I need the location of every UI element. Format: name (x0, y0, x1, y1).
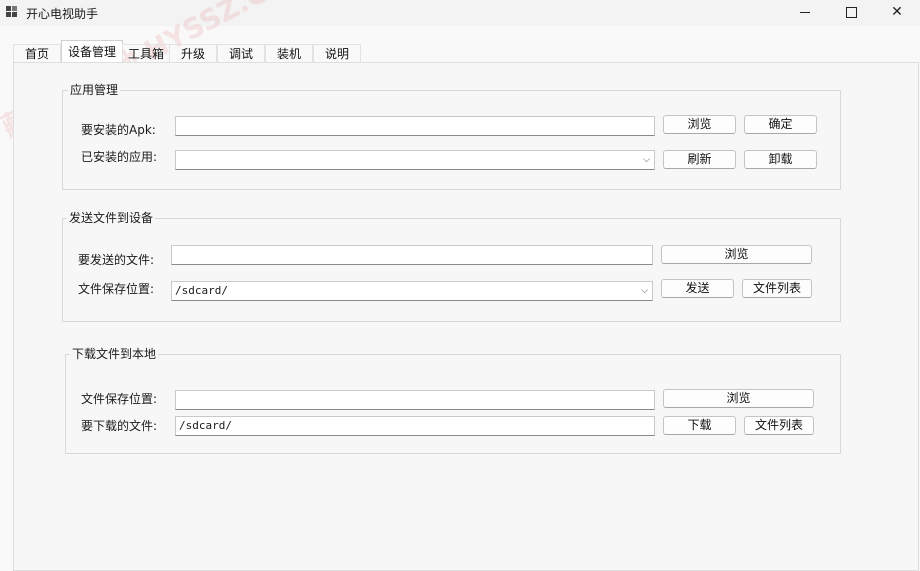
download-save-location-label: 文件保存位置: (81, 392, 158, 406)
tab-device-manage[interactable]: 设备管理 (61, 40, 123, 63)
maximize-icon (845, 6, 857, 18)
tab-install[interactable]: 装机 (265, 44, 313, 63)
download-file-label: 要下载的文件: (81, 419, 158, 433)
send-save-location-label: 文件保存位置: (78, 282, 155, 296)
tab-upgrade[interactable]: 升级 (169, 44, 217, 63)
installed-apps-select[interactable]: ⌵ (175, 150, 655, 170)
app-manage-title: 应用管理 (68, 81, 121, 98)
send-file-browse-button[interactable]: 浏览 (661, 245, 812, 264)
refresh-button[interactable]: 刷新 (663, 150, 736, 169)
install-confirm-button[interactable]: 确定 (744, 115, 817, 134)
send-file-group (62, 218, 841, 322)
tab-help[interactable]: 说明 (313, 44, 361, 63)
download-button[interactable]: 下载 (663, 416, 736, 435)
close-icon: ✕ (891, 4, 903, 20)
tab-home[interactable]: 首页 (13, 44, 61, 63)
download-file-list-button[interactable]: 文件列表 (744, 416, 814, 435)
app-icon (6, 6, 18, 18)
download-save-location-input[interactable] (175, 390, 655, 410)
tab-toolbox[interactable]: 工具箱 (122, 44, 170, 63)
apk-label: 要安装的Apk: (81, 123, 156, 137)
chevron-down-icon: ⌵ (641, 286, 648, 296)
send-file-list-button[interactable]: 文件列表 (742, 279, 812, 298)
apk-browse-button[interactable]: 浏览 (663, 115, 736, 134)
send-save-location-value: /sdcard/ (175, 284, 228, 297)
minimize-button[interactable] (782, 0, 828, 26)
download-browse-button[interactable]: 浏览 (663, 389, 814, 408)
download-file-input[interactable]: /sdcard/ (175, 416, 655, 436)
send-save-location-select[interactable]: /sdcard/ ⌵ (171, 281, 653, 301)
window-title: 开心电视助手 (26, 7, 99, 21)
maximize-button[interactable] (828, 0, 874, 26)
send-file-label: 要发送的文件: (78, 253, 155, 267)
download-file-title: 下载文件到本地 (70, 345, 159, 362)
minimize-icon (800, 11, 810, 13)
title-bar: 开心电视助手 ✕ (0, 0, 920, 26)
send-button[interactable]: 发送 (661, 279, 734, 298)
chevron-down-icon: ⌵ (643, 155, 650, 165)
close-button[interactable]: ✕ (874, 0, 920, 26)
send-file-input[interactable] (171, 245, 653, 265)
tab-debug[interactable]: 调试 (217, 44, 265, 63)
apk-path-input[interactable] (175, 116, 655, 136)
app-manage-group (62, 90, 841, 190)
uninstall-button[interactable]: 卸载 (744, 150, 817, 169)
send-file-title: 发送文件到设备 (67, 209, 156, 226)
installed-apps-label: 已安装的应用: (81, 150, 158, 164)
